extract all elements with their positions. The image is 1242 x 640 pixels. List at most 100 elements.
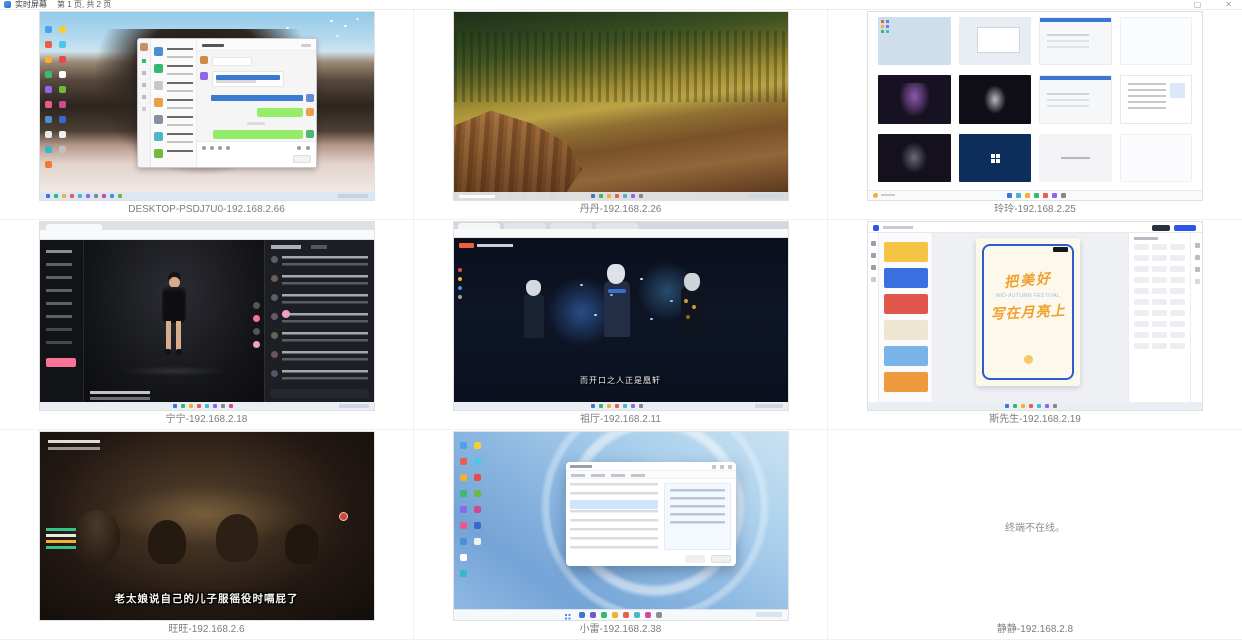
video-subtitle: 而开口之人正是凰轩: [454, 375, 788, 386]
pig-emoji: [282, 310, 290, 318]
chat-main-area: [197, 39, 316, 167]
start-button-icon: [565, 614, 568, 617]
screen-thumbnail-zuting[interactable]: 而开口之人正是凰轩: [454, 222, 788, 410]
poster-line1: 把美好: [975, 266, 1080, 295]
terminal-label: 小雷-192.168.2.38: [580, 624, 662, 636]
character-right: [681, 287, 705, 337]
left-icon-rail: [868, 233, 879, 402]
chat-link-card: [212, 71, 284, 87]
comment-input: [270, 389, 369, 398]
window-titlebar: 实时屏幕 第 1 页, 共 2 页 ▢ ✕: [0, 0, 1242, 10]
terminal-label: 宁宁-192.168.2.18: [166, 414, 248, 426]
page-sidebar: [40, 240, 84, 402]
taskbar-icons: [1005, 404, 1009, 408]
screen-thumbnail-desktop-psdj7u0[interactable]: [40, 12, 374, 200]
character-center: [604, 281, 630, 337]
file-thumbnail: [878, 134, 951, 182]
right-tools-panel: [1128, 233, 1190, 402]
poster-canvas: 把美好 MID-AUTUMN FESTIVAL 写在月亮上: [976, 238, 1080, 386]
file-thumbnail: [959, 134, 1032, 182]
file-thumbnail: [1039, 17, 1112, 65]
screen-thumbnail-offline[interactable]: 终端不在线。: [868, 432, 1202, 620]
file-thumbnail: [1039, 134, 1112, 182]
file-thumbnail: [1120, 134, 1193, 182]
screen-thumbnail-xiaolei[interactable]: [454, 432, 788, 620]
taskbar-icons: [591, 404, 595, 408]
file-thumbnail: [959, 75, 1032, 123]
terminal-cell: 老太娘说自己的儿子服徭役时嗝屁了 旺旺-192.168.2.6: [0, 430, 414, 640]
taskbar-weather-icon: [873, 193, 878, 198]
chat-message-area: [197, 51, 316, 141]
like-action-icons: [253, 302, 260, 309]
right-icon-rail: [1190, 233, 1202, 402]
chat-header: [197, 39, 316, 51]
chat-nav-rail: [138, 39, 151, 167]
chat-bubble-green: [257, 108, 303, 117]
screen-thumbnail-lingling[interactable]: [868, 12, 1202, 200]
taskbar: [454, 402, 788, 410]
taskbar-icons: [46, 194, 50, 198]
taskbar: [454, 192, 788, 200]
terminal-cell: 终端不在线。 静静-192.168.2.8: [828, 430, 1242, 640]
close-button[interactable]: ✕: [1225, 0, 1232, 10]
comments-header: [271, 245, 301, 249]
template-cards: [884, 242, 928, 262]
red-seal-icon: [339, 512, 348, 521]
file-thumbnail: [1120, 75, 1193, 123]
comments-panel: [264, 240, 374, 402]
poster-line2: MID-AUTUMN FESTIVAL: [976, 293, 1080, 299]
chat-app-window: [137, 38, 317, 168]
terminal-label: 丹丹-192.168.2.26: [580, 204, 662, 216]
video-player: [84, 240, 264, 402]
page-side-icons: [458, 268, 462, 272]
chat-bubble-link: [211, 95, 303, 101]
movie-subtitle: 老太娘说自己的儿子服徭役时嗝屁了: [40, 591, 374, 606]
dialog-detail-panel: [664, 483, 731, 550]
terminal-label: 祖厅-192.168.2.11: [580, 414, 661, 426]
terminal-cell: 把美好 MID-AUTUMN FESTIVAL 写在月亮上 斯先生-192.16…: [828, 220, 1242, 430]
taskbar-icons: [591, 194, 595, 198]
terminal-cell: 丹丹-192.168.2.26: [414, 10, 828, 220]
maximize-button[interactable]: ▢: [1194, 0, 1202, 10]
chat-bubble-green: [213, 130, 303, 139]
dancer-shoes: [165, 349, 171, 355]
overlay-text-lines: [48, 440, 100, 443]
dialog-selected-row: [570, 500, 658, 509]
comment-avatars: [271, 256, 278, 263]
offline-message: 终端不在线。: [1005, 519, 1065, 534]
stage-light: [120, 366, 228, 376]
screen-thumbnail-mr-si[interactable]: 把美好 MID-AUTUMN FESTIVAL 写在月亮上: [868, 222, 1202, 410]
window-title: 实时屏幕: [15, 0, 47, 10]
poster-moon: [1024, 355, 1033, 364]
toolbar-primary-button: [1174, 225, 1196, 231]
app-icon: [4, 1, 11, 8]
taskbar-tray: [756, 612, 782, 617]
poster-badge: [1053, 247, 1068, 252]
screen-thumbnail-dandan[interactable]: [454, 12, 788, 200]
tools-buttons-grid: [1134, 244, 1149, 250]
terminal-cell: 小雷-192.168.2.38: [414, 430, 828, 640]
dialog-buttons: [711, 555, 731, 563]
browser-tabstrip: [40, 222, 374, 230]
chat-input-area: [197, 141, 316, 167]
taskbar: [868, 190, 1202, 200]
desktop-icons: [460, 442, 467, 449]
taskbar-tray: [338, 194, 368, 198]
video-caption-lines: [90, 391, 150, 394]
desktop-icons: [45, 26, 52, 33]
taskbar-search: [458, 194, 496, 199]
screen-thumbnail-ningning[interactable]: [40, 222, 374, 410]
taskbar-icons: [1007, 193, 1012, 198]
terminal-label: 玲玲-192.168.2.25: [994, 204, 1076, 216]
danmaku-text-lines: [46, 528, 76, 531]
taskbar-icons: [579, 612, 585, 618]
dialog-titlebar: [566, 462, 736, 471]
chat-conversation-list: [151, 39, 197, 167]
screen-thumbnail-wangwang[interactable]: 老太娘说自己的儿子服徭役时嗝屁了: [40, 432, 374, 620]
forest-texture: [454, 31, 788, 102]
file-thumbnail: [878, 17, 951, 65]
wallpaper-birds: [330, 20, 333, 22]
taskbar-tray: [749, 194, 783, 198]
taskbar-icons: [173, 404, 177, 408]
poster-line3: 写在月亮上: [976, 299, 1081, 324]
